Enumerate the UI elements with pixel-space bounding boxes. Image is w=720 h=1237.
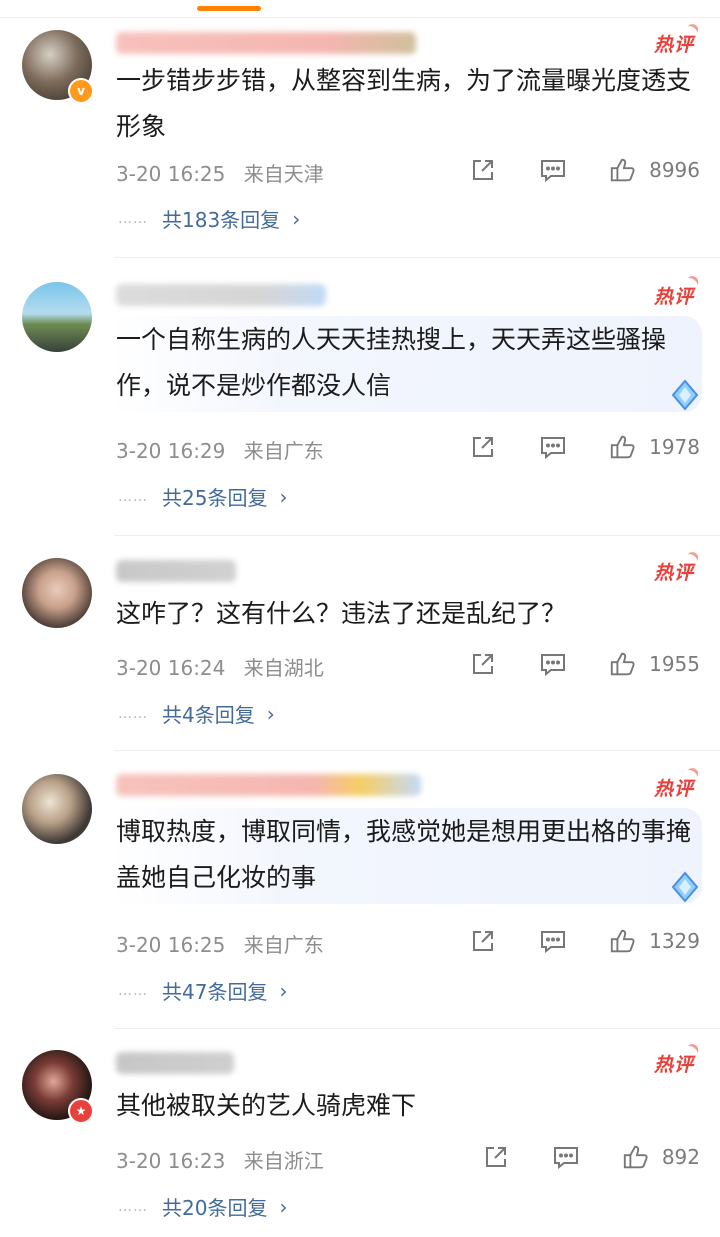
reply-count: 共20条回复 [162, 1196, 268, 1220]
comment-location: 来自浙江 [243, 1149, 324, 1173]
like-count: 1329 [649, 929, 700, 953]
comment-meta: 3-20 16:23 来自浙江 [116, 1145, 324, 1174]
reply-dots: …… [118, 488, 148, 505]
reply-dots: …… [118, 1198, 148, 1215]
comment-text: 其他被取关的艺人骑虎难下 [116, 1091, 417, 1120]
view-replies-link[interactable]: …… 共183条回复 › [118, 204, 300, 233]
view-replies-link[interactable]: …… 共20条回复 › [118, 1192, 287, 1221]
reply-count: 共4条回复 [162, 703, 255, 727]
comment-meta: 3-20 16:25 来自广东 [116, 929, 324, 958]
action-bar: 1329 [469, 927, 700, 955]
comment-divider [114, 750, 720, 751]
reply-count: 共183条回复 [162, 208, 281, 232]
username-blurred[interactable] [116, 774, 421, 796]
chevron-right-icon: › [279, 978, 288, 1003]
thumbs-up-icon[interactable] [609, 433, 637, 461]
chevron-right-icon: › [266, 701, 275, 726]
username-blurred[interactable] [116, 284, 326, 306]
view-replies-link[interactable]: …… 共25条回复 › [118, 482, 287, 511]
chevron-right-icon: › [279, 1194, 288, 1219]
comment-divider [114, 1028, 720, 1029]
like-count: 1978 [649, 435, 700, 459]
avatar[interactable] [22, 558, 92, 628]
hot-comment-label: 热评 [654, 558, 694, 585]
username-blurred[interactable] [116, 1052, 234, 1074]
comment-location: 来自广东 [243, 439, 324, 463]
comment-location: 来自天津 [243, 162, 324, 186]
action-bar: 892 [482, 1143, 700, 1171]
share-icon[interactable] [469, 156, 497, 184]
comment-text: 一个自称生病的人天天挂热搜上，天天弄这些骚操作，说不是炒作都没人信 [116, 325, 667, 400]
reply-dots: …… [118, 210, 148, 227]
comment-meta: 3-20 16:29 来自广东 [116, 435, 324, 464]
share-icon[interactable] [469, 650, 497, 678]
reply-count: 共47条回复 [162, 980, 268, 1004]
share-icon[interactable] [482, 1143, 510, 1171]
thumbs-up-icon[interactable] [622, 1143, 650, 1171]
verified-badge-icon: v [68, 78, 94, 104]
comment-location: 来自湖北 [243, 656, 324, 680]
comment-text: 博取热度，博取同情，我感觉她是想用更出格的事掩盖她自己化妆的事 [116, 817, 692, 892]
comment-icon[interactable] [552, 1143, 580, 1171]
username-blurred[interactable] [116, 560, 236, 582]
view-replies-link[interactable]: …… 共47条回复 › [118, 976, 287, 1005]
reply-dots: …… [118, 705, 148, 722]
view-replies-link[interactable]: …… 共4条回复 › [118, 699, 275, 728]
comment-icon[interactable] [539, 433, 567, 461]
comment-time: 3-20 16:23 [116, 1149, 226, 1173]
reply-dots: …… [118, 982, 148, 999]
hot-comment-label: 热评 [654, 282, 694, 309]
share-icon[interactable] [469, 433, 497, 461]
red-star-badge-icon: ★ [68, 1098, 94, 1124]
action-bar: 8996 [469, 156, 700, 184]
share-icon[interactable] [469, 927, 497, 955]
like-count: 1955 [649, 652, 700, 676]
like-count: 8996 [649, 158, 700, 182]
comment-text: 这咋了？这有什么？违法了还是乱纪了？ [116, 599, 567, 628]
comment-icon[interactable] [539, 650, 567, 678]
comment-divider [114, 535, 720, 536]
avatar[interactable] [22, 282, 92, 352]
comment-meta: 3-20 16:25 来自天津 [116, 158, 324, 187]
chevron-right-icon: › [279, 484, 288, 509]
comment-location: 来自广东 [243, 933, 324, 957]
comment-divider [114, 257, 720, 258]
comment-icon[interactable] [539, 927, 567, 955]
active-tab-indicator [197, 6, 261, 11]
hot-comment-label: 热评 [654, 30, 694, 57]
reply-count: 共25条回复 [162, 486, 268, 510]
hot-comment-label: 热评 [654, 1050, 694, 1077]
action-bar: 1978 [469, 433, 700, 461]
avatar[interactable] [22, 774, 92, 844]
comment-text: 一步错步步错，从整容到生病，为了流量曝光度透支形象 [116, 66, 692, 141]
header-divider [0, 17, 720, 18]
comment-time: 3-20 16:29 [116, 439, 226, 463]
like-count: 892 [661, 1145, 700, 1169]
comment-time: 3-20 16:25 [116, 933, 226, 957]
comment-time: 3-20 16:25 [116, 162, 226, 186]
comment-icon[interactable] [539, 156, 567, 184]
username-blurred[interactable] [116, 32, 416, 54]
comment-meta: 3-20 16:24 来自湖北 [116, 652, 324, 681]
comment-time: 3-20 16:24 [116, 656, 226, 680]
thumbs-up-icon[interactable] [609, 927, 637, 955]
action-bar: 1955 [469, 650, 700, 678]
chevron-right-icon: › [292, 206, 301, 231]
thumbs-up-icon[interactable] [609, 156, 637, 184]
hot-comment-label: 热评 [654, 774, 694, 801]
thumbs-up-icon[interactable] [609, 650, 637, 678]
